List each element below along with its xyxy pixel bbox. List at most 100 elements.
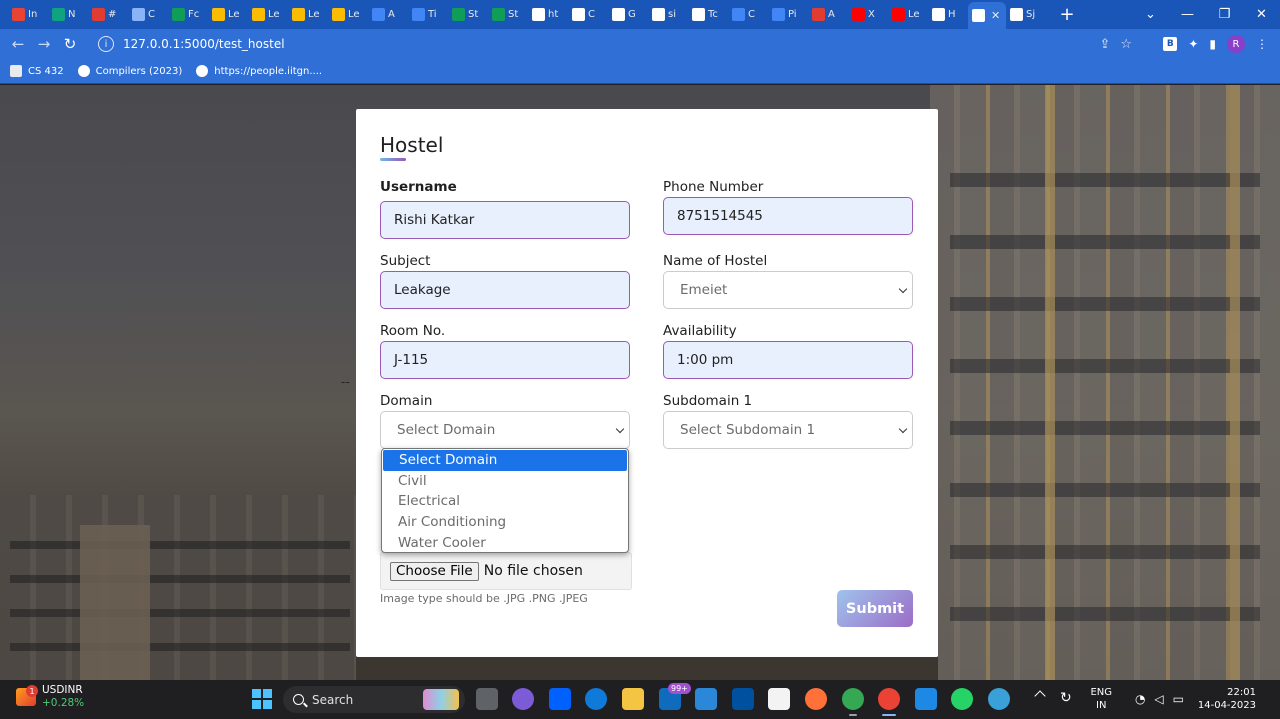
address-bar[interactable]: i 127.0.0.1:5000/test_hostel ⇪ ☆ (92, 32, 1140, 56)
profile-avatar[interactable]: R (1227, 35, 1245, 53)
subdomain-label: Subdomain 1 (663, 393, 753, 409)
subject-input[interactable]: Leakage (380, 271, 630, 309)
domain-option[interactable]: Civil (382, 471, 628, 492)
close-window-button[interactable]: ✕ (1243, 7, 1280, 22)
minimize-button[interactable]: — (1169, 7, 1206, 22)
browser-tab[interactable]: # (88, 3, 128, 27)
system-icons[interactable]: ◔ ◁ ▭ (1135, 692, 1184, 706)
file-type-hint: Image type should be .JPG .PNG .JPEG (380, 592, 588, 605)
browser-tab[interactable]: ht (528, 3, 568, 27)
back-button[interactable]: ← (5, 35, 31, 53)
browser-tab[interactable]: G (608, 3, 648, 27)
subdomain-select[interactable]: Select Subdomain 1 (663, 411, 913, 449)
browser-tab[interactable]: Le (888, 3, 928, 27)
domain-option[interactable]: Water Cooler (382, 532, 628, 552)
bookmark-item[interactable]: CS 432 (10, 65, 64, 77)
windows-start-icon[interactable] (252, 689, 272, 709)
bookmark-item[interactable]: Compilers (2023) (77, 65, 182, 77)
browser-tab[interactable]: ✕ (968, 2, 1006, 29)
security-app-icon[interactable] (732, 688, 754, 710)
browser-tab[interactable]: Le (288, 3, 328, 27)
taskbar-search-box[interactable]: Search (283, 686, 465, 713)
file-explorer-icon[interactable] (622, 688, 644, 710)
bookmark-star-icon[interactable]: ☆ (1120, 37, 1132, 52)
availability-input[interactable]: 1:00 pm (663, 341, 913, 379)
tab-label: H (948, 9, 956, 20)
forward-button[interactable]: → (31, 35, 57, 53)
domain-option[interactable]: Select Domain (383, 450, 627, 471)
browser-tab[interactable]: In (8, 3, 48, 27)
hostel-select[interactable]: Emeiet (663, 271, 913, 309)
microsoft-store-icon[interactable] (768, 688, 790, 710)
maximize-button[interactable]: ❐ (1206, 7, 1243, 22)
chevron-down-icon (898, 284, 908, 296)
browser-tab[interactable]: Sj (1006, 3, 1046, 27)
edge-browser-icon[interactable] (585, 688, 607, 710)
chrome-icon[interactable] (842, 688, 864, 716)
browser-tab[interactable]: A (368, 3, 408, 27)
browser-tab[interactable]: St (488, 3, 528, 27)
clock[interactable]: 22:01 14-04-2023 (1198, 686, 1256, 712)
browser-tab[interactable]: Fc (168, 3, 208, 27)
background-building-column (1230, 85, 1240, 680)
tab-favicon-icon (892, 8, 905, 21)
whatsapp-icon[interactable] (951, 688, 973, 710)
reload-button[interactable]: ↻ (57, 35, 83, 53)
teams-chat-icon[interactable] (512, 688, 534, 710)
site-info-icon[interactable]: i (98, 36, 114, 52)
share-icon[interactable]: ⇪ (1099, 37, 1110, 52)
browser-tab[interactable]: St (448, 3, 488, 27)
browser-tab[interactable]: Pi (768, 3, 808, 27)
notepad-icon[interactable] (695, 688, 717, 710)
sync-icon[interactable]: ↻ (1060, 690, 1072, 706)
show-hidden-icons[interactable] (1034, 690, 1046, 702)
battery-icon: ▭ (1172, 692, 1184, 706)
browser-tab[interactable]: Le (248, 3, 288, 27)
chrome-profile-icon[interactable] (878, 688, 900, 716)
browser-tab[interactable]: C (128, 3, 168, 27)
globe-icon (77, 65, 90, 77)
room-input[interactable]: J-115 (380, 341, 630, 379)
choose-file-button[interactable]: Choose File (390, 561, 479, 581)
domain-select[interactable]: Select Domain (380, 411, 630, 449)
browser-tab[interactable]: A (808, 3, 848, 27)
bookmark-favicon-icon (10, 65, 22, 77)
stock-ticker-widget[interactable]: 1 USDINR +0.28% (16, 684, 84, 710)
browser-tab[interactable]: Ti (408, 3, 448, 27)
close-tab-icon[interactable]: ✕ (991, 9, 1000, 22)
task-view-icon[interactable] (476, 688, 498, 710)
window-controls: ⌄ — ❐ ✕ (1132, 0, 1280, 29)
browser-tab[interactable]: X (848, 3, 888, 27)
side-panel-icon[interactable]: ▮ (1209, 37, 1216, 51)
extension-b-icon[interactable]: B (1163, 37, 1178, 51)
tab-favicon-icon (212, 8, 225, 21)
browser-tab[interactable]: H (928, 3, 968, 27)
url-text[interactable]: 127.0.0.1:5000/test_hostel (123, 37, 285, 51)
browser-tab[interactable]: Tc (688, 3, 728, 27)
domain-option[interactable]: Electrical (382, 491, 628, 512)
browser-tab[interactable]: Le (208, 3, 248, 27)
ticker-change: +0.28% (42, 697, 85, 709)
tab-label: Sj (1026, 9, 1036, 20)
username-input[interactable]: Rishi Katkar (380, 201, 630, 239)
browser-tab[interactable]: N (48, 3, 88, 27)
language-indicator[interactable]: ENG IN (1090, 686, 1112, 712)
browser-menu-icon[interactable]: ⋮ (1256, 37, 1268, 51)
page-viewport: -- Hostel Username Rishi Katkar Phone Nu… (0, 85, 1280, 680)
submit-button[interactable]: Submit (837, 590, 913, 627)
tab-label: C (588, 9, 595, 20)
vscode-icon[interactable] (915, 688, 937, 710)
phone-input[interactable]: 8751514545 (663, 197, 913, 235)
new-tab-button[interactable]: + (1054, 3, 1080, 27)
browser-tab[interactable]: C (728, 3, 768, 27)
tab-search-icon[interactable]: ⌄ (1132, 7, 1169, 22)
browser-tab[interactable]: si (648, 3, 688, 27)
browser-tab[interactable]: Le (328, 3, 368, 27)
bookmark-item[interactable]: https://people.iitgn.... (196, 65, 322, 77)
firefox-icon[interactable] (805, 688, 827, 710)
extensions-puzzle-icon[interactable]: ✦ (1188, 37, 1198, 51)
domain-option[interactable]: Air Conditioning (382, 512, 628, 533)
dropbox-icon[interactable] (549, 688, 571, 710)
background-building-left-windows (10, 515, 350, 675)
browser-tab[interactable]: C (568, 3, 608, 27)
